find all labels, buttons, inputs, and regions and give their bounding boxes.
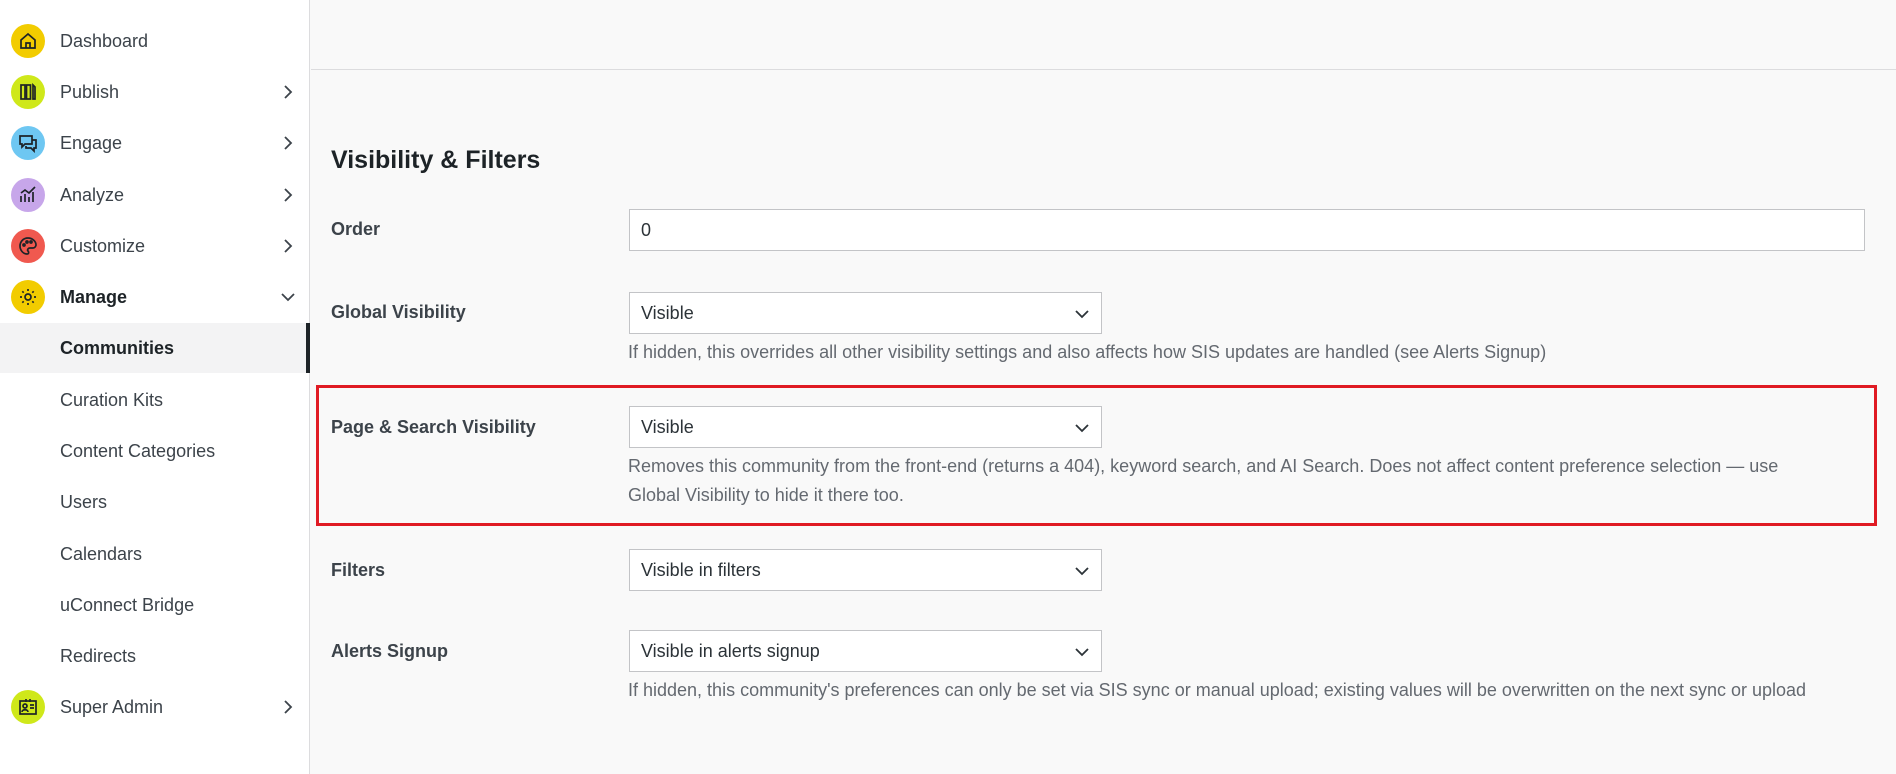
chevron-right-icon [284, 700, 293, 714]
section-title: Visibility & Filters [331, 146, 541, 174]
id-card-icon [11, 690, 45, 724]
sidebar-item-label: Customize [60, 235, 146, 256]
sidebar-item-label: uConnect Bridge [60, 594, 195, 615]
sidebar-item-redirects[interactable]: Redirects [0, 631, 310, 681]
sidebar-item-analyze[interactable]: Analyze [0, 170, 310, 220]
sidebar-item-publish[interactable]: Publish [0, 67, 310, 117]
sidebar-item-label: Manage [60, 286, 128, 307]
sidebar-item-users[interactable]: Users [0, 477, 310, 527]
chevron-down-icon [1075, 310, 1089, 319]
sidebar-item-uconnect-bridge[interactable]: uConnect Bridge [0, 580, 310, 630]
sidebar-item-manage[interactable]: Manage [0, 272, 310, 322]
sidebar-item-label: Dashboard [60, 30, 149, 51]
alerts-signup-select[interactable]: Visible in alerts signup [629, 630, 1102, 672]
chevron-right-icon [284, 239, 293, 253]
sidebar-item-label: Calendars [60, 543, 143, 564]
sidebar-item-content-categories[interactable]: Content Categories [0, 426, 310, 476]
sidebar-item-customize[interactable]: Customize [0, 221, 310, 271]
select-value: Visible [641, 302, 694, 323]
sidebar-item-communities[interactable]: Communities [0, 323, 310, 373]
sidebar-item-label: Redirects [60, 645, 137, 666]
home-icon [11, 24, 45, 58]
chevron-down-icon [1075, 567, 1089, 576]
filters-label: Filters [331, 560, 386, 580]
sidebar-item-engage[interactable]: Engage [0, 118, 310, 168]
highlight-box [316, 385, 1877, 526]
sidebar-item-label: Engage [60, 132, 123, 153]
publish-icon [11, 75, 45, 109]
sidebar-item-label: Super Admin [60, 696, 164, 717]
gear-icon [11, 280, 45, 314]
chat-icon [11, 126, 45, 160]
global-visibility-label: Global Visibility [331, 302, 466, 322]
chevron-down-icon [1075, 648, 1089, 657]
sidebar-item-label: Communities [60, 337, 175, 358]
sidebar-item-calendars[interactable]: Calendars [0, 529, 310, 579]
sidebar-item-label: Content Categories [60, 440, 216, 461]
sidebar-item-label: Analyze [60, 184, 125, 205]
sidebar-item-curation-kits[interactable]: Curation Kits [0, 375, 310, 425]
chevron-right-icon [284, 136, 293, 150]
sidebar-item-label: Users [60, 491, 108, 512]
chevron-right-icon [284, 85, 293, 99]
sidebar-item-dashboard[interactable]: Dashboard [0, 16, 310, 66]
chart-icon [11, 178, 45, 212]
order-input[interactable] [629, 209, 1865, 251]
sidebar-item-label: Publish [60, 81, 120, 102]
palette-icon [11, 229, 45, 263]
order-label: Order [331, 219, 381, 239]
chevron-right-icon [284, 188, 293, 202]
global-visibility-select[interactable]: Visible [629, 292, 1102, 334]
sidebar-item-label: Curation Kits [60, 389, 164, 410]
alerts-signup-label: Alerts Signup [331, 641, 449, 661]
alerts-signup-help: If hidden, this community's preferences … [628, 680, 1807, 700]
filters-select[interactable]: Visible in filters [629, 549, 1102, 591]
top-bar [311, 0, 1896, 70]
sidebar: Dashboard Publish Engage Analyze Customi… [0, 0, 310, 774]
select-value: Visible in alerts signup [641, 640, 820, 661]
chevron-down-icon [281, 293, 295, 302]
sidebar-item-super-admin[interactable]: Super Admin [0, 682, 310, 732]
select-value: Visible in filters [641, 559, 761, 580]
global-visibility-help: If hidden, this overrides all other visi… [628, 342, 1547, 362]
